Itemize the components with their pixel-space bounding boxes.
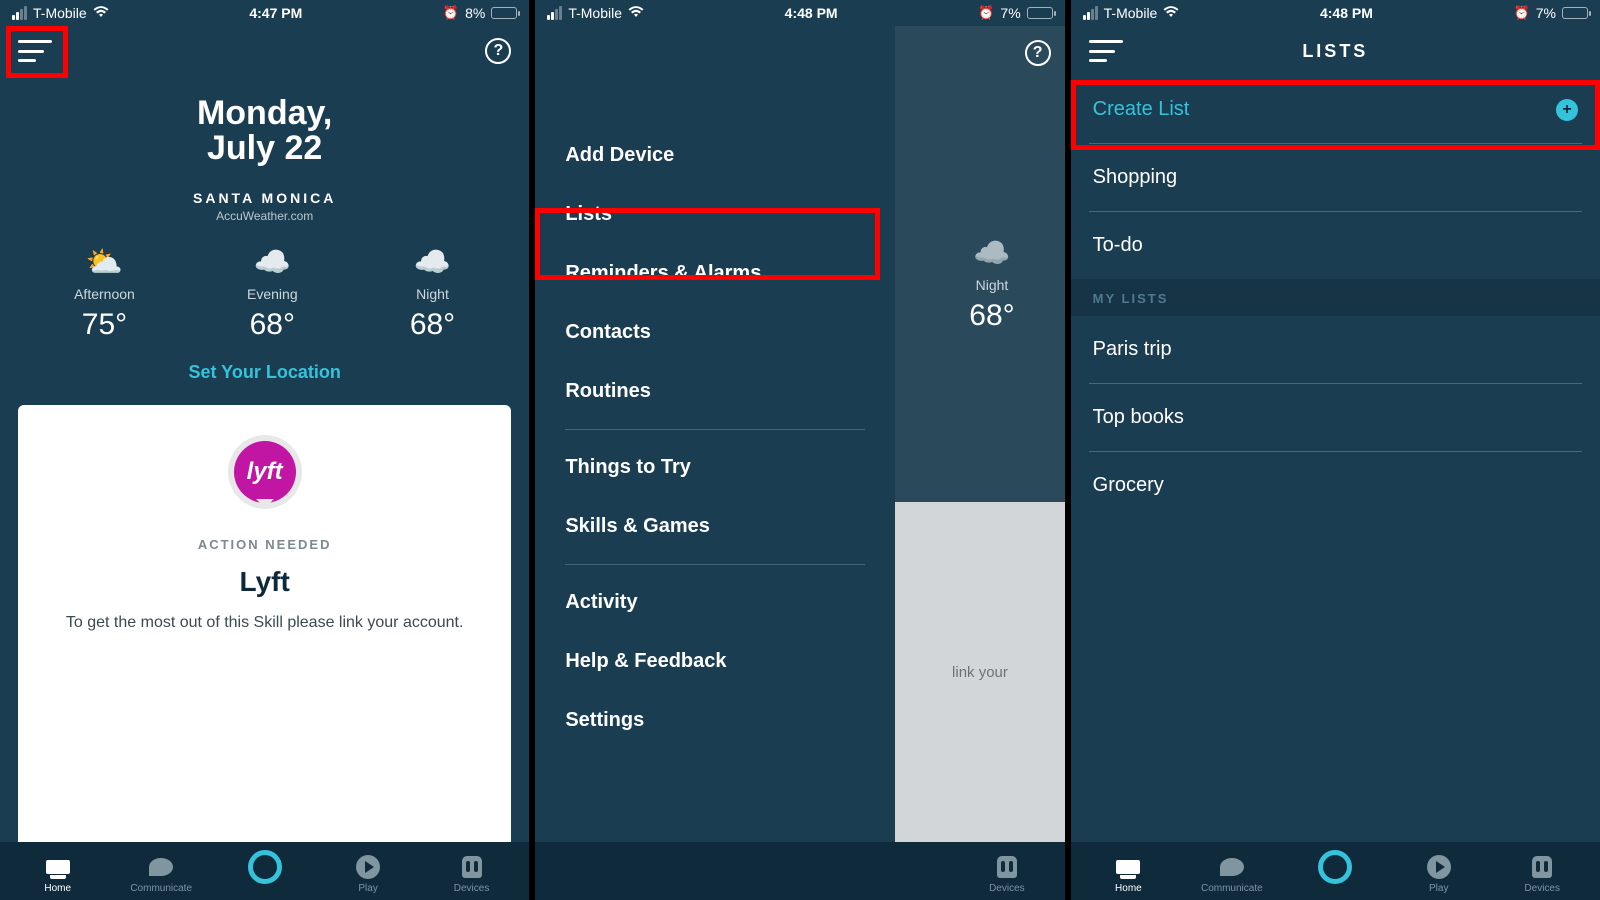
battery-pct: 7% [1000, 5, 1020, 21]
moon-cloud-icon: ☁️ [414, 245, 451, 280]
devices-icon [462, 856, 482, 878]
carrier-label: T-Mobile [1104, 5, 1158, 21]
tab-alexa[interactable]: . [213, 853, 316, 894]
set-location-link[interactable]: Set Your Location [188, 362, 340, 383]
home-icon [46, 860, 70, 874]
skill-card[interactable]: lyft ACTION NEEDED Lyft To get the most … [18, 405, 511, 842]
date-weekday: Monday, [197, 94, 332, 133]
moon-cloud-icon: ☁️ [973, 236, 1010, 271]
weather-afternoon: ⛅ Afternoon 75° [74, 245, 135, 342]
menu-contacts[interactable]: Contacts [535, 303, 895, 362]
status-bar: T-Mobile 4:48 PM ⏰ 7% [1071, 0, 1600, 26]
list-item-todo[interactable]: To-do [1071, 212, 1600, 279]
list-item[interactable]: Top books [1071, 384, 1600, 451]
tab-devices[interactable]: Devices [1490, 853, 1593, 894]
date-monthday: July 22 [207, 129, 322, 168]
weather-row: ⛅ Afternoon 75° ☁️ Evening 68° ☁️ Night … [18, 245, 511, 342]
signal-icon [1083, 6, 1098, 20]
menu-routines[interactable]: Routines [535, 362, 895, 421]
menu-settings[interactable]: Settings [535, 691, 895, 750]
create-list-button[interactable]: Create List + [1071, 76, 1600, 143]
status-bar: T-Mobile 4:47 PM ⏰ 8% [0, 0, 529, 26]
menu-help[interactable]: Help & Feedback [535, 632, 895, 691]
tab-devices[interactable]: Devices [420, 853, 523, 894]
menu-lists[interactable]: Lists [535, 185, 895, 244]
devices-icon [997, 856, 1017, 878]
card-brand: Lyft [240, 566, 290, 598]
alarm-icon: ⏰ [1514, 5, 1530, 21]
tab-alexa[interactable]: . [1284, 853, 1387, 894]
list-item[interactable]: Paris trip [1071, 316, 1600, 383]
sun-cloud-icon: ⛅ [86, 245, 123, 280]
menu-activity[interactable]: Activity [535, 573, 895, 632]
alarm-icon: ⏰ [443, 5, 459, 21]
signal-icon [12, 6, 27, 20]
card-tag: ACTION NEEDED [198, 537, 332, 552]
carrier-label: T-Mobile [33, 5, 87, 21]
clock: 4:48 PM [1179, 5, 1513, 21]
battery-pct: 8% [465, 5, 485, 21]
lyft-logo-icon: lyft [228, 435, 302, 509]
screenshot-3-lists: T-Mobile 4:48 PM ⏰ 7% LISTS Create List … [1071, 0, 1600, 900]
devices-icon [1532, 856, 1552, 878]
tab-devices[interactable]: Devices [955, 853, 1058, 894]
speech-icon [1220, 858, 1244, 876]
location-city: SANTA MONICA [193, 190, 336, 206]
menu-reminders[interactable]: Reminders & Alarms [535, 244, 895, 303]
screenshot-1-home: T-Mobile 4:47 PM ⏰ 8% ? Monday, July 22 … [0, 0, 529, 900]
carrier-label: T-Mobile [568, 5, 622, 21]
clock: 4:48 PM [644, 5, 978, 21]
dimmed-card-fragment: link your [895, 502, 1064, 842]
side-menu: Add Device Lists Reminders & Alarms Cont… [535, 26, 895, 900]
tab-bar: Home Communicate . Play Devices [1071, 842, 1600, 900]
play-icon [356, 855, 380, 879]
status-bar: T-Mobile 4:48 PM ⏰ 7% [535, 0, 1064, 26]
list-item[interactable]: Grocery [1071, 452, 1600, 519]
weather-evening: ☁️ Evening 68° [247, 245, 298, 342]
help-icon[interactable]: ? [1025, 40, 1051, 66]
tab-bar: Devices [535, 842, 1064, 900]
wifi-icon [93, 5, 109, 22]
alexa-ring-icon [1318, 850, 1352, 884]
menu-button[interactable] [1089, 38, 1123, 64]
my-lists-header: MY LISTS [1071, 279, 1600, 316]
menu-add-device[interactable]: Add Device [535, 126, 895, 185]
tab-play[interactable]: Play [1387, 853, 1490, 894]
tab-communicate[interactable]: Communicate [1180, 853, 1283, 894]
tab-communicate[interactable]: Communicate [109, 853, 212, 894]
weather-source: AccuWeather.com [216, 209, 313, 223]
clock: 4:47 PM [109, 5, 443, 21]
wifi-icon [1163, 5, 1179, 22]
home-icon [1116, 860, 1140, 874]
battery-icon [1562, 7, 1588, 19]
tab-home[interactable]: Home [1077, 853, 1180, 894]
plus-icon: + [1556, 99, 1578, 121]
create-list-label: Create List [1093, 98, 1190, 121]
battery-pct: 7% [1536, 5, 1556, 21]
page-title: LISTS [1123, 41, 1548, 62]
menu-button[interactable] [18, 38, 52, 64]
list-item-shopping[interactable]: Shopping [1071, 144, 1600, 211]
menu-skills-games[interactable]: Skills & Games [535, 497, 895, 556]
alexa-ring-icon [248, 850, 282, 884]
menu-things-to-try[interactable]: Things to Try [535, 438, 895, 497]
weather-night: ☁️ Night 68° [410, 245, 455, 342]
battery-icon [1027, 7, 1053, 19]
help-icon[interactable]: ? [485, 38, 511, 64]
speech-icon [149, 858, 173, 876]
alarm-icon: ⏰ [978, 5, 994, 21]
signal-icon [547, 6, 562, 20]
wifi-icon [628, 5, 644, 22]
screenshot-2-menu: T-Mobile 4:48 PM ⏰ 7% ? ☁️ Night 68° lin… [535, 0, 1064, 900]
tab-play[interactable]: Play [316, 853, 419, 894]
play-icon [1427, 855, 1451, 879]
moon-cloud-icon: ☁️ [254, 245, 291, 280]
tab-home[interactable]: Home [6, 853, 109, 894]
battery-icon [491, 7, 517, 19]
tab-bar: Home Communicate . Play Devices [0, 842, 529, 900]
card-desc: To get the most out of this Skill please… [66, 612, 464, 634]
